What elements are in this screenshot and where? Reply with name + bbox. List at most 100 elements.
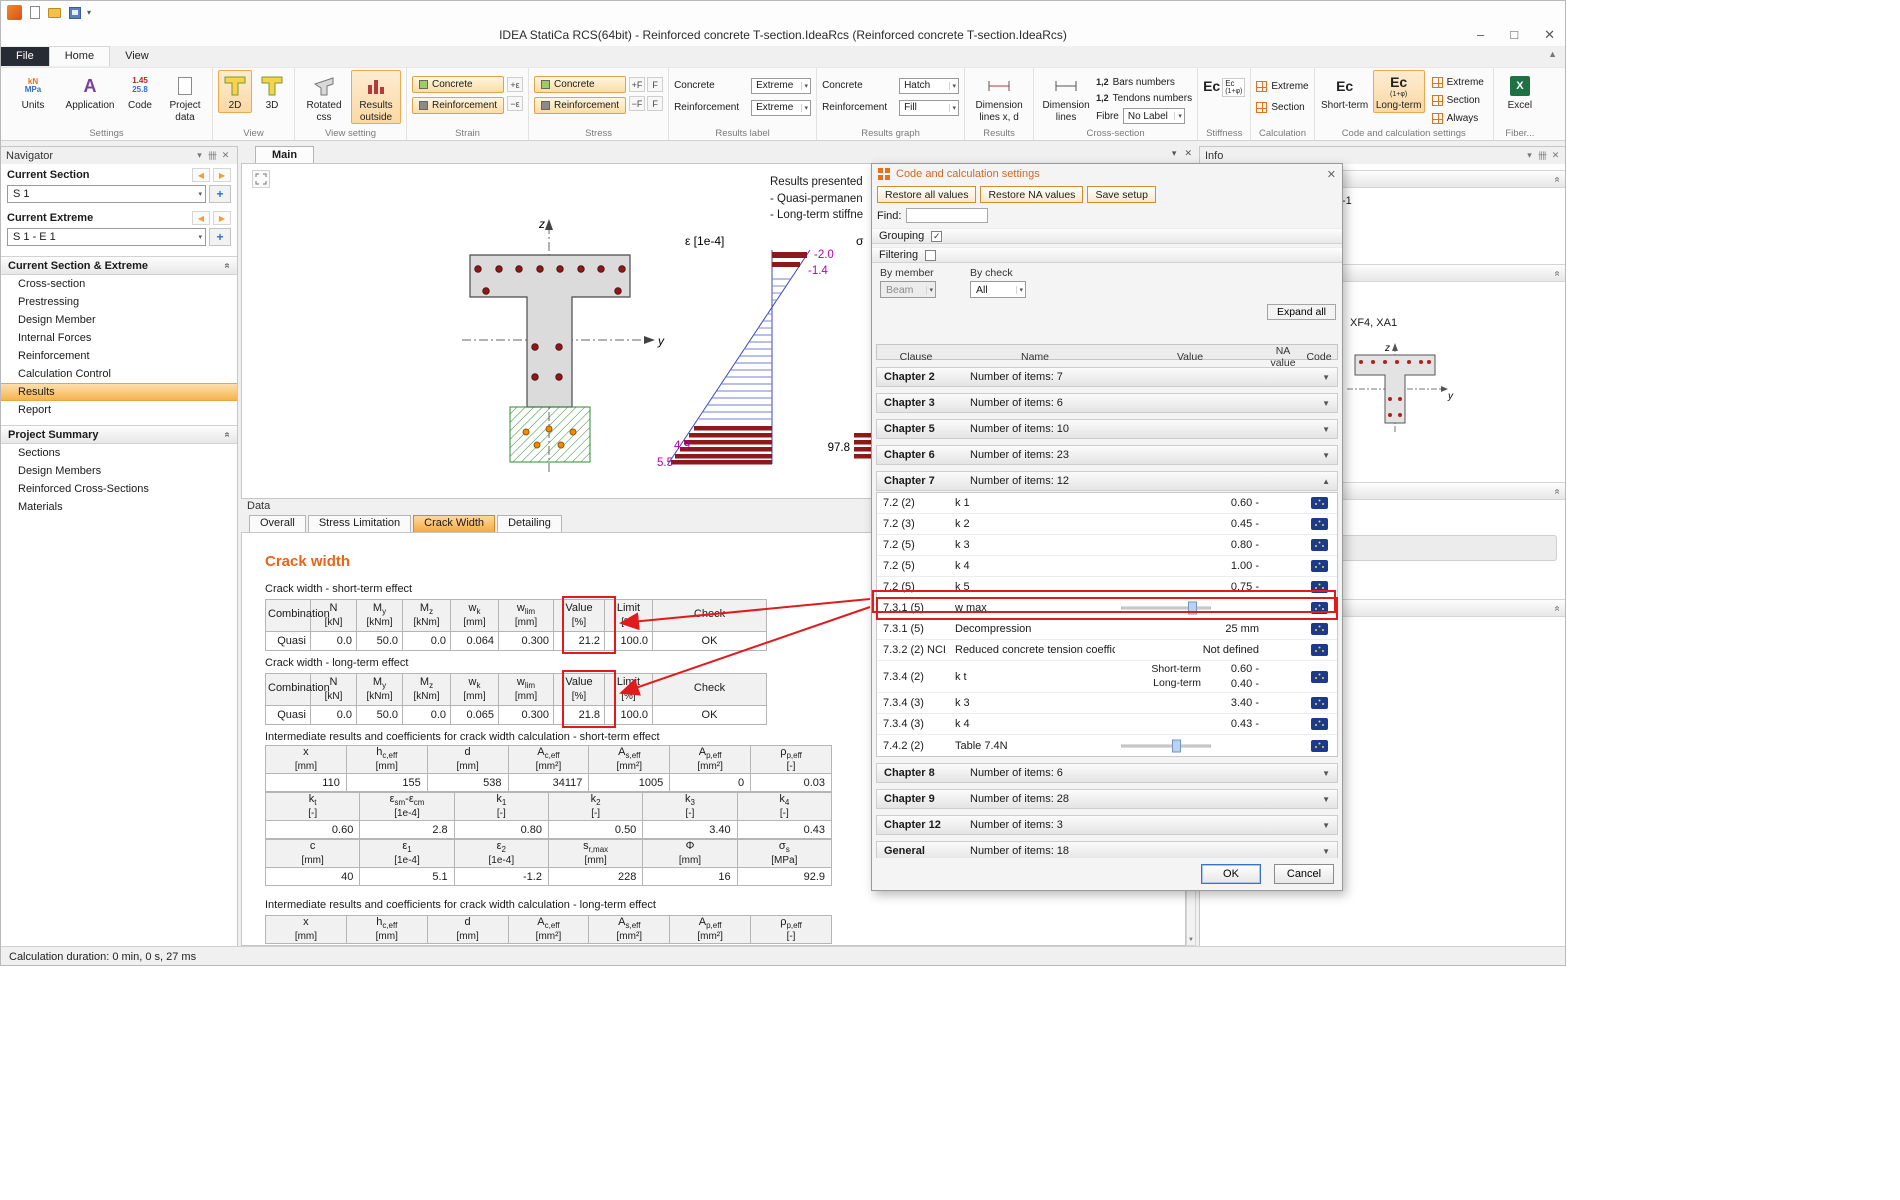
- pin-icon[interactable]: 卌: [1536, 149, 1549, 162]
- collapse-group-icon[interactable]: «: [222, 432, 233, 438]
- nav-item[interactable]: Design Member: [1, 311, 237, 329]
- remove-strain-label-icon[interactable]: −ε: [507, 96, 523, 111]
- stress-label-up-icon[interactable]: F: [647, 77, 663, 92]
- dialog-toolbar-button[interactable]: Save setup: [1087, 186, 1156, 203]
- by-member-select[interactable]: Beam▾: [880, 281, 936, 298]
- setting-row[interactable]: 7.3.2 (2) NCI Reduced concrete tension c…: [877, 640, 1337, 661]
- nav-item[interactable]: Reinforced Cross-Sections: [1, 480, 237, 498]
- nav-item[interactable]: Results: [1, 383, 237, 401]
- long-term-stiffness-button[interactable]: Ec(1+φ) Long-term: [1373, 70, 1425, 113]
- ribbon-tab[interactable]: File: [1, 47, 49, 66]
- units-button[interactable]: kNMPa Units: [6, 70, 60, 113]
- setting-row[interactable]: 7.2 (3) k 2 0.45 -: [877, 514, 1337, 535]
- chapter-group-row[interactable]: Chapter 2 Number of items: 7 ▼: [876, 367, 1338, 387]
- slider-thumb[interactable]: [1172, 739, 1181, 752]
- code-icon[interactable]: [1311, 740, 1328, 752]
- calculation-button[interactable]: Extreme: [1256, 78, 1308, 94]
- collapse-group-icon[interactable]: «: [1552, 270, 1563, 276]
- chevron-down-icon[interactable]: ▼: [1322, 373, 1330, 382]
- collapse-group-icon[interactable]: «: [1552, 605, 1563, 611]
- setting-row[interactable]: 7.2 (5) k 3 0.80 -: [877, 535, 1337, 556]
- short-term-stiffness-button[interactable]: Ec Short-term: [1320, 70, 1370, 113]
- setting-row[interactable]: 7.3.1 (5) w max: [877, 598, 1337, 619]
- project-data-button[interactable]: Project data: [163, 70, 207, 124]
- chevron-down-icon[interactable]: ▾: [1523, 150, 1536, 161]
- code-icon[interactable]: [1311, 718, 1328, 730]
- dialog-toolbar-button[interactable]: Restore all values: [877, 186, 976, 203]
- data-tab[interactable]: Stress Limitation: [308, 515, 411, 532]
- code-icon[interactable]: [1311, 581, 1328, 593]
- chapter-group-row[interactable]: Chapter 12 Number of items: 3 ▼: [876, 815, 1338, 835]
- code-icon[interactable]: [1311, 697, 1328, 709]
- setting-row[interactable]: 7.3.4 (3) k 3 3.40 -: [877, 693, 1337, 714]
- value-slider[interactable]: [1121, 739, 1249, 752]
- current-extreme-select[interactable]: S 1 - E 1▾: [7, 228, 206, 246]
- add-section-button[interactable]: +: [209, 185, 231, 203]
- remove-stress-label-icon[interactable]: −F: [629, 96, 645, 111]
- nav-item[interactable]: Design Members: [1, 462, 237, 480]
- view-mode-button[interactable]: 2D: [218, 70, 252, 113]
- strain-toggle[interactable]: Reinforcement: [412, 97, 504, 114]
- chapter-group-row[interactable]: Chapter 8 Number of items: 6 ▼: [876, 763, 1338, 783]
- value-slider[interactable]: [1121, 602, 1249, 615]
- chevron-down-icon[interactable]: ▾: [193, 150, 206, 161]
- add-extreme-button[interactable]: +: [209, 228, 231, 246]
- nav-item[interactable]: Internal Forces: [1, 329, 237, 347]
- graph-style-select[interactable]: Hatch▾: [899, 78, 959, 94]
- chapter-7-group-row[interactable]: Chapter 7 Number of items: 12 ▲: [876, 471, 1338, 491]
- minimize-button[interactable]: –: [1477, 27, 1484, 43]
- add-strain-label-icon[interactable]: +ε: [507, 77, 523, 92]
- nav-item[interactable]: Materials: [1, 498, 237, 516]
- collapse-group-icon[interactable]: «: [222, 263, 233, 269]
- current-section-select[interactable]: S 1▾: [7, 185, 206, 203]
- chapter-group-row[interactable]: Chapter 5 Number of items: 10 ▼: [876, 419, 1338, 439]
- save-icon[interactable]: [67, 6, 82, 20]
- pin-icon[interactable]: 卌: [206, 149, 219, 162]
- chevron-down-icon[interactable]: ▼: [1322, 821, 1330, 830]
- expand-all-button[interactable]: Expand all: [1267, 304, 1336, 320]
- chevron-down-icon[interactable]: ▼: [1322, 399, 1330, 408]
- dialog-close-icon[interactable]: ✕: [1327, 168, 1336, 181]
- nav-item[interactable]: Cross-section: [1, 275, 237, 293]
- find-input[interactable]: [906, 208, 988, 223]
- close-icon[interactable]: ✕: [1549, 150, 1562, 161]
- chevron-down-icon[interactable]: ▼: [1322, 795, 1330, 804]
- code-icon[interactable]: [1311, 560, 1328, 572]
- application-button[interactable]: A Application: [63, 70, 117, 113]
- stress-label-down-icon[interactable]: F: [647, 96, 663, 111]
- code-icon[interactable]: [1311, 623, 1328, 635]
- numbering-toggle[interactable]: 1,2 Tendons numbers: [1096, 90, 1192, 106]
- slider-thumb[interactable]: [1188, 602, 1197, 615]
- setting-row[interactable]: 7.3.1 (5) Decompression 25 mm: [877, 619, 1337, 640]
- setting-row[interactable]: 7.2 (2) k 1 0.60 -: [877, 493, 1337, 514]
- next-extreme-button[interactable]: ▶: [213, 211, 231, 225]
- tab-main[interactable]: Main: [255, 146, 314, 163]
- setting-row[interactable]: 7.2 (5) k 4 1.00 -: [877, 556, 1337, 577]
- by-check-select[interactable]: All▾: [970, 281, 1026, 298]
- code-icon[interactable]: [1311, 602, 1328, 614]
- nav-item[interactable]: Reinforcement: [1, 347, 237, 365]
- code-settings-option[interactable]: Section: [1428, 92, 1488, 108]
- chevron-down-icon[interactable]: ▼: [1322, 769, 1330, 778]
- chapter-group-row[interactable]: Chapter 6 Number of items: 23 ▼: [876, 445, 1338, 465]
- data-tab[interactable]: Crack Width: [413, 515, 495, 532]
- setting-row[interactable]: 7.3.4 (2) k t Short-termLong-term 0.60 -…: [877, 661, 1337, 693]
- qat-dropdown-icon[interactable]: ▾: [87, 8, 91, 17]
- chevron-down-icon[interactable]: ▼: [1322, 847, 1330, 856]
- chapter-group-row[interactable]: Chapter 9 Number of items: 28 ▼: [876, 789, 1338, 809]
- code-settings-option[interactable]: Extreme: [1428, 74, 1488, 90]
- code-icon[interactable]: [1311, 518, 1328, 530]
- extreme-select[interactable]: Extreme▾: [751, 100, 811, 116]
- numbering-toggle[interactable]: 1,2 Bars numbers: [1096, 74, 1192, 90]
- extreme-select[interactable]: Extreme▾: [751, 78, 811, 94]
- tab-list-icon[interactable]: ▾: [1172, 148, 1177, 159]
- setting-row[interactable]: 7.2 (5) k 5 0.75 -: [877, 577, 1337, 598]
- data-tab[interactable]: Overall: [249, 515, 306, 532]
- app-logo-icon[interactable]: [7, 5, 22, 20]
- collapse-group-icon[interactable]: «: [1552, 176, 1563, 182]
- cancel-button[interactable]: Cancel: [1274, 864, 1334, 884]
- nav-item[interactable]: Report: [1, 401, 237, 419]
- stiffness-ec-button[interactable]: Ec Ec(1+φ): [1203, 78, 1245, 97]
- nav-group-project-summary[interactable]: Project Summary «: [1, 425, 237, 444]
- chevron-up-icon[interactable]: ▲: [1322, 477, 1330, 486]
